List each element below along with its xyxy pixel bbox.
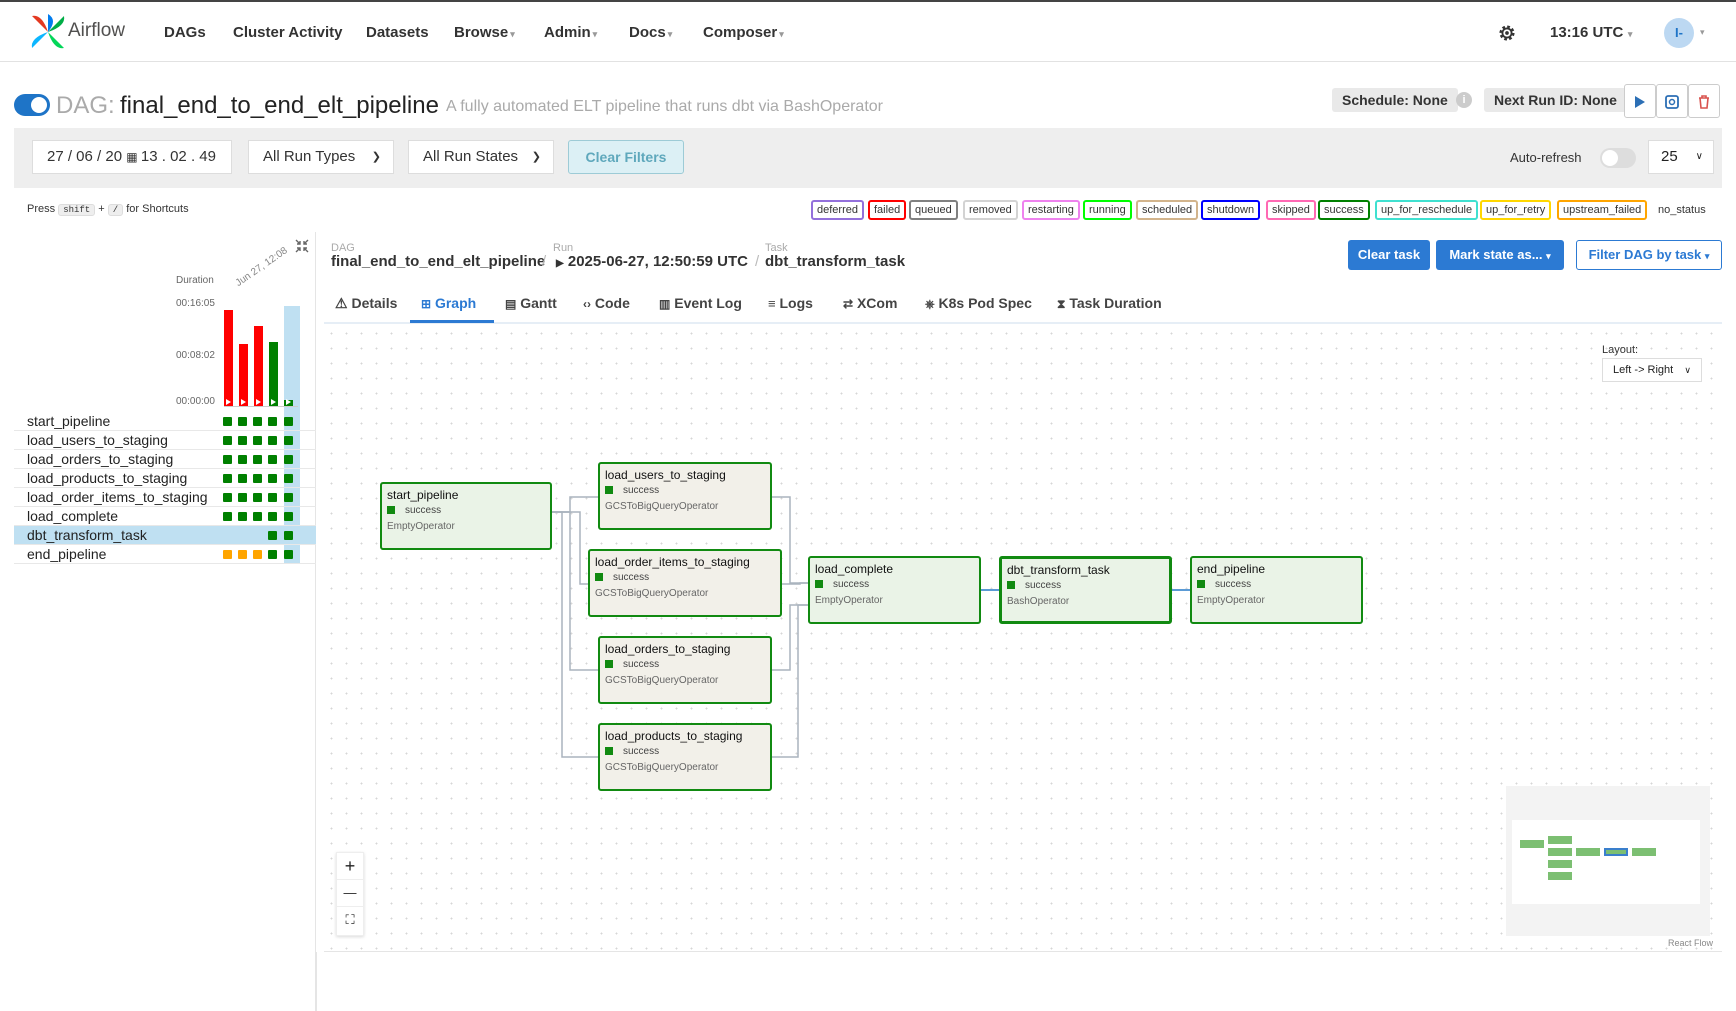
node-operator: GCSToBigQueryOperator [605,501,719,512]
node-operator: EmptyOperator [1197,595,1265,606]
node-state: success [605,746,659,757]
zoom-in-button[interactable]: + [337,853,363,880]
node-name: start_pipeline [387,488,459,502]
zoom-out-button[interactable]: — [337,880,363,907]
minimap-node [1548,836,1572,844]
node-load-orders-to-staging[interactable]: load_orders_to_staging success GCSToBigQ… [598,636,772,704]
minimap-node [1576,848,1600,856]
node-load-users-to-staging[interactable]: load_users_to_staging success GCSToBigQu… [598,462,772,530]
node-operator: EmptyOperator [815,595,883,606]
node-load-complete[interactable]: load_complete success EmptyOperator [808,556,981,624]
node-name: load_users_to_staging [605,468,726,482]
node-operator: BashOperator [1007,596,1070,607]
minimap-viewport [1512,820,1700,904]
node-state: success [605,485,659,496]
minimap-node [1520,840,1544,848]
node-state: success [1007,580,1061,591]
node-operator: GCSToBigQueryOperator [605,762,719,773]
node-operator: GCSToBigQueryOperator [605,675,719,686]
node-name: end_pipeline [1197,562,1266,576]
minimap-node [1548,872,1572,880]
node-name: load_order_items_to_staging [595,555,750,569]
minimap-node [1548,848,1572,856]
minimap-node-selected [1604,848,1628,856]
node-state: success [815,579,869,590]
node-load-products-to-staging[interactable]: load_products_to_staging success GCSToBi… [598,723,772,791]
fit-view-button[interactable]: ⛶ [337,907,363,934]
minimap[interactable] [1506,786,1710,936]
node-state: success [605,659,659,670]
zoom-controls: + — ⛶ [336,852,364,936]
node-state: success [595,572,649,583]
graph-edges [552,496,1190,758]
panel-divider [316,952,317,1011]
node-start-pipeline[interactable]: start_pipeline success EmptyOperator [380,482,552,550]
node-name: load_complete [815,562,894,576]
minimap-node [1632,848,1656,856]
node-name: load_products_to_staging [605,729,743,743]
node-name: load_orders_to_staging [605,642,731,656]
node-end-pipeline[interactable]: end_pipeline success EmptyOperator [1190,556,1363,624]
react-flow-attribution[interactable]: React Flow [1668,938,1713,948]
edge-start-users [552,496,598,513]
node-state: success [1197,579,1251,590]
node-name: dbt_transform_task [1007,563,1110,577]
node-operator: EmptyOperator [387,521,455,532]
minimap-node [1548,860,1572,868]
node-load-order-items-to-staging[interactable]: load_order_items_to_staging success GCST… [588,549,782,617]
node-dbt-transform-task[interactable]: dbt_transform_task success BashOperator [999,556,1172,624]
node-state: success [387,505,441,516]
node-operator: GCSToBigQueryOperator [595,588,709,599]
